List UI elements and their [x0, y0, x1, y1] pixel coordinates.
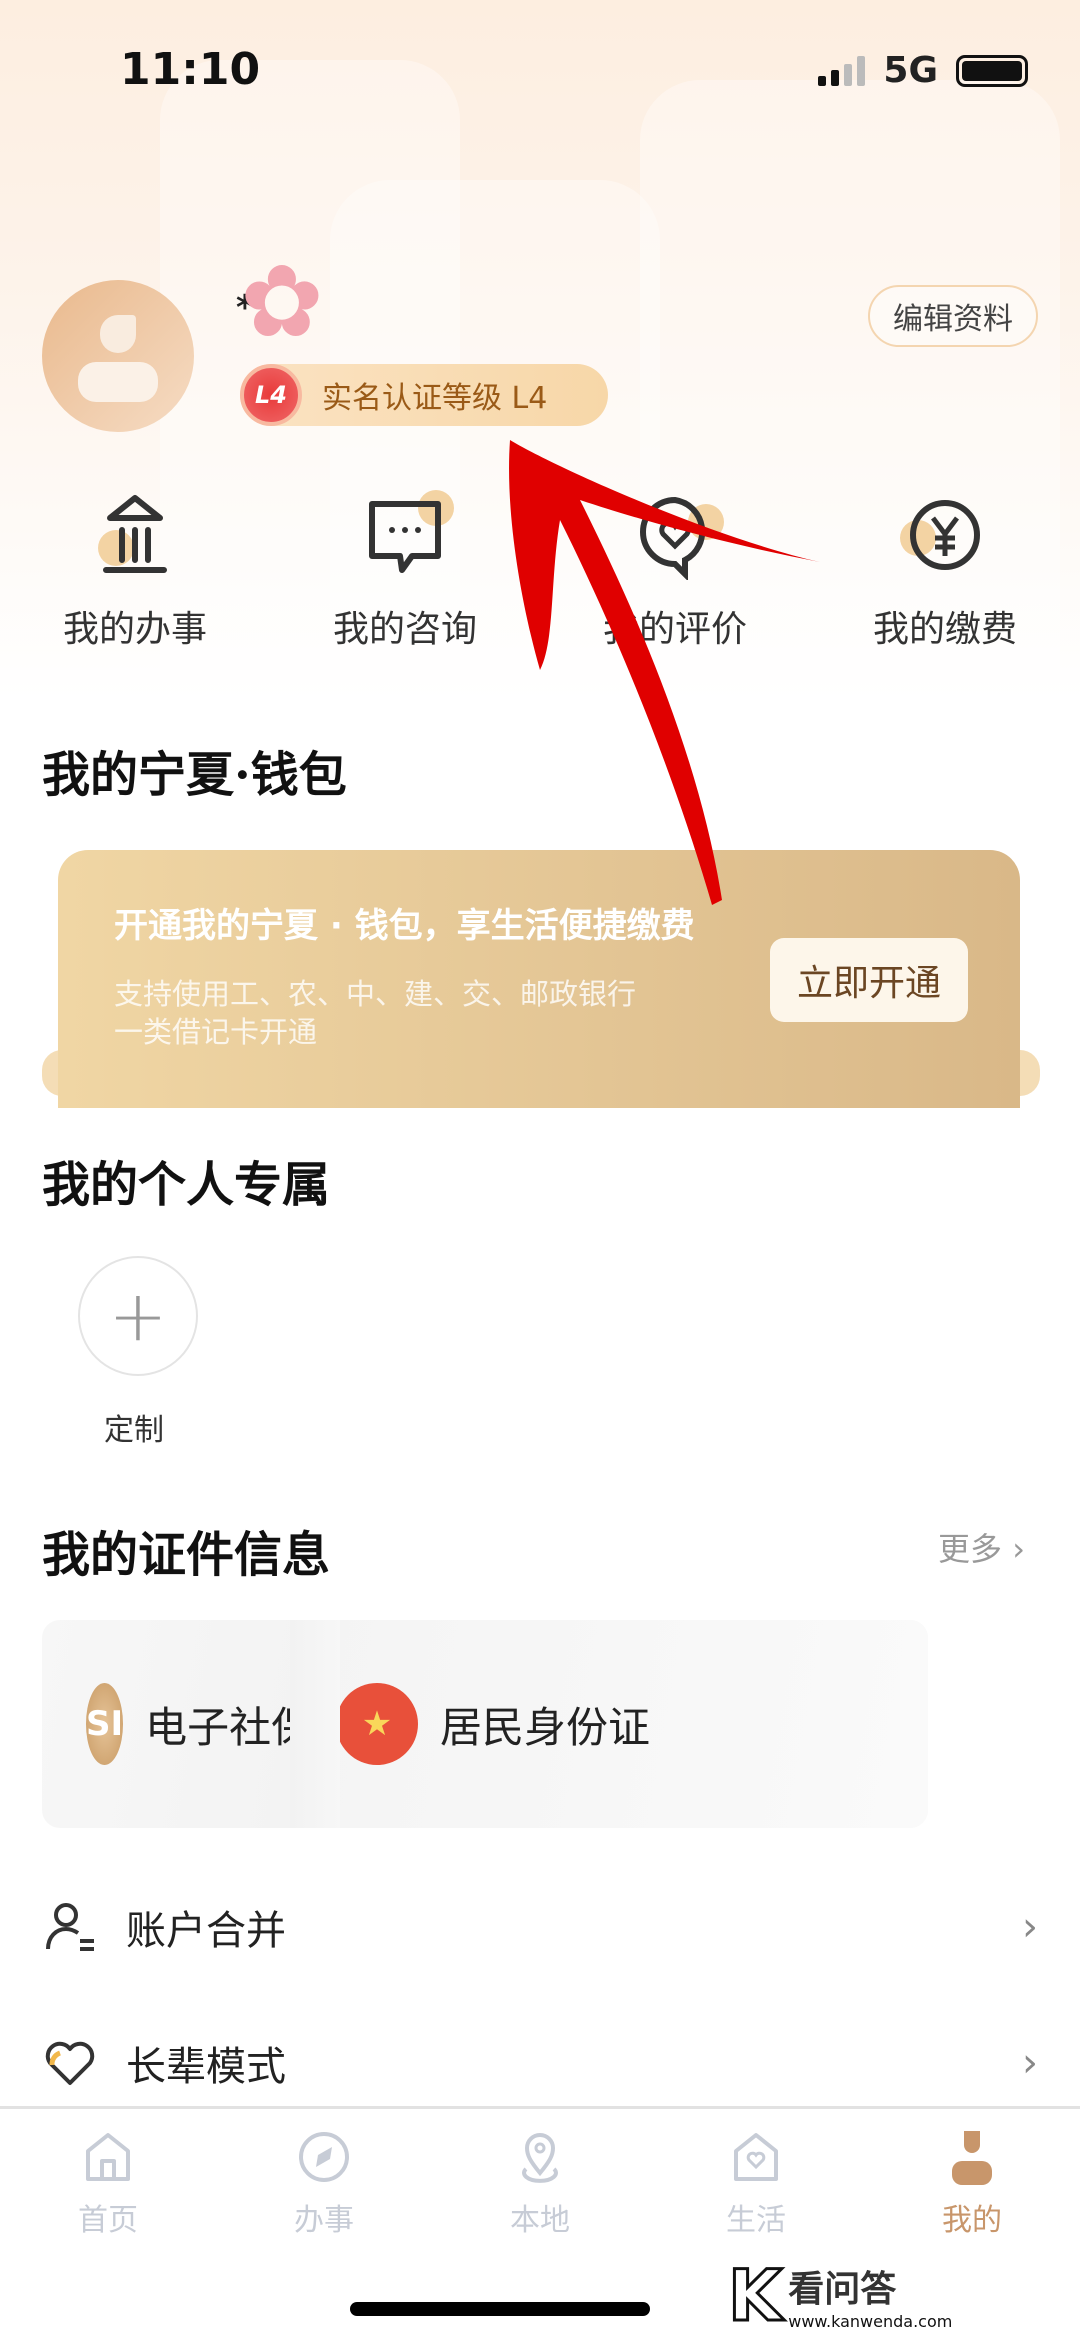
annotation-arrow	[509, 440, 820, 905]
personal-section-title: 我的个人专属	[42, 1157, 331, 1213]
user-merge-icon	[46, 1903, 94, 1951]
menu-elder-mode[interactable]: 长辈模式 ›	[42, 2018, 1038, 2108]
watermark-url: www.kanwenda.com	[788, 2312, 953, 2331]
chevron-right-icon: ›	[1012, 1530, 1025, 1568]
national-emblem-icon: ★	[336, 1683, 418, 1765]
chevron-right-icon: ›	[1022, 1904, 1038, 1950]
card-overlap	[290, 1620, 340, 1828]
tab-home[interactable]: 首页	[0, 2129, 216, 2239]
tab-label: 我的	[942, 2203, 1002, 2238]
social-security-icon: SI	[86, 1683, 124, 1765]
location-icon	[522, 2133, 558, 2183]
tab-label: 办事	[294, 2203, 354, 2238]
certificate-cards: SI 电子社保卡 ★ 居民身份证	[42, 1620, 928, 1828]
custom-label: 定制	[104, 1413, 164, 1448]
menu-label: 长辈模式	[126, 2044, 286, 2090]
plus-icon: +	[108, 1275, 168, 1357]
social-security-card[interactable]: SI 电子社保卡	[42, 1620, 292, 1828]
more-label: 更多	[938, 1530, 1003, 1568]
add-custom-button[interactable]: +	[78, 1256, 198, 1376]
menu-account-merge[interactable]: 账户合并 ›	[42, 1882, 1038, 1972]
heart-icon	[45, 2041, 95, 2085]
watermark-brand: 看问答	[788, 2269, 897, 2310]
watermark-text: 看问答 www.kanwenda.com	[788, 2260, 952, 2331]
tab-life[interactable]: 生活	[648, 2129, 864, 2239]
compass-icon	[299, 2132, 349, 2182]
home-indicator[interactable]	[350, 2302, 650, 2316]
resident-id-card[interactable]: ★ 居民身份证	[292, 1620, 928, 1828]
card-label: 居民身份证	[440, 1702, 651, 1752]
home-icon	[86, 2133, 130, 2181]
tab-label: 生活	[726, 2203, 786, 2238]
tab-label: 首页	[78, 2203, 138, 2238]
certificates-section-title: 我的证件信息	[42, 1527, 331, 1583]
menu-label: 账户合并	[126, 1908, 286, 1954]
watermark: K 看问答 www.kanwenda.com	[726, 2255, 952, 2337]
subtitle-line: 一类借记卡开通	[114, 1015, 318, 1049]
user-icon	[952, 2131, 992, 2185]
card-label: 电子社保卡	[145, 1702, 292, 1752]
tab-mine[interactable]: 我的	[864, 2129, 1080, 2239]
tab-services[interactable]: 办事	[216, 2129, 432, 2239]
house-heart-icon	[734, 2133, 778, 2181]
tab-label: 本地	[510, 2203, 570, 2238]
watermark-logo-icon: K	[726, 2255, 783, 2337]
more-link[interactable]: 更多 ›	[938, 1524, 1025, 1570]
tab-local[interactable]: 本地	[432, 2129, 648, 2239]
chevron-right-icon: ›	[1022, 2040, 1038, 2086]
